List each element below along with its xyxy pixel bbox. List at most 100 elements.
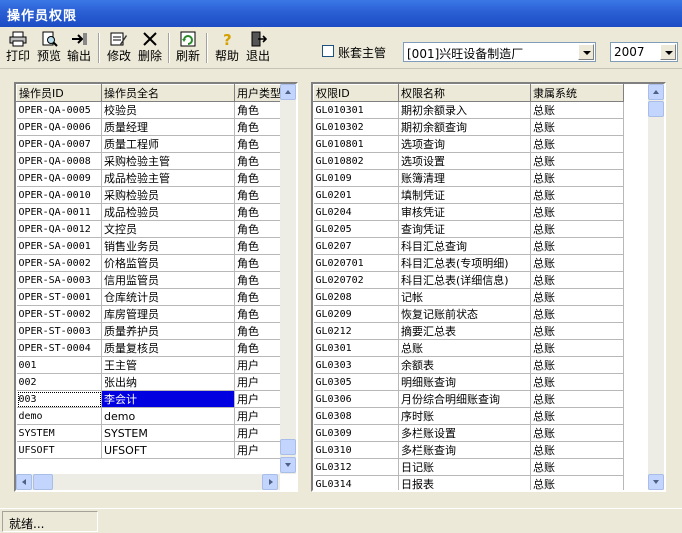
permission-name-cell[interactable]: 选项查询 <box>398 135 531 153</box>
permission-id-cell[interactable]: GL0204 <box>313 203 399 221</box>
delete-button[interactable]: 删除 <box>134 31 166 65</box>
user-type-cell[interactable]: 用户 <box>234 373 282 391</box>
operator-id-cell[interactable]: OPER-QA-0006 <box>16 118 102 136</box>
system-cell[interactable]: 总账 <box>530 305 624 323</box>
operator-name-cell[interactable]: 质量经理 <box>101 118 235 136</box>
operator-id-cell[interactable]: OPER-ST-0002 <box>16 305 102 323</box>
system-cell[interactable]: 总账 <box>530 254 624 272</box>
scroll-down-icon[interactable] <box>648 474 664 490</box>
operator-name-cell[interactable]: 成品检验员 <box>101 203 235 221</box>
operator-name-cell[interactable]: 质量工程师 <box>101 135 235 153</box>
user-type-cell[interactable]: 角色 <box>234 186 282 204</box>
operator-id-cell[interactable]: 001 <box>16 356 102 374</box>
table-row[interactable]: GL0310 多栏账查询 总账 <box>313 441 624 459</box>
user-type-cell[interactable]: 角色 <box>234 135 282 153</box>
permission-id-cell[interactable]: GL0207 <box>313 237 399 255</box>
table-row[interactable]: GL0209 恢复记账前状态 总账 <box>313 305 624 323</box>
user-type-cell[interactable]: 角色 <box>234 118 282 136</box>
table-row[interactable]: GL010301 期初余额录入 总账 <box>313 101 624 119</box>
system-cell[interactable]: 总账 <box>530 101 624 119</box>
table-row[interactable]: GL0207 科目汇总查询 总账 <box>313 237 624 255</box>
column-header[interactable]: 用户类型 <box>234 84 282 102</box>
user-type-cell[interactable]: 角色 <box>234 220 282 238</box>
table-row[interactable]: OPER-SA-0002 价格监管员 角色 <box>16 254 282 272</box>
operator-id-cell[interactable]: SYSTEM <box>16 424 102 442</box>
table-row[interactable]: OPER-SA-0001 销售业务员 角色 <box>16 237 282 255</box>
table-row[interactable]: OPER-QA-0011 成品检验员 角色 <box>16 203 282 221</box>
permission-id-cell[interactable]: GL0308 <box>313 407 399 425</box>
table-row[interactable]: OPER-QA-0007 质量工程师 角色 <box>16 135 282 153</box>
operator-id-cell[interactable]: OPER-SA-0003 <box>16 271 102 289</box>
table-row[interactable]: GL0308 序时账 总账 <box>313 407 624 425</box>
operator-name-cell[interactable]: UFSOFT <box>101 441 235 459</box>
permission-name-cell[interactable]: 多栏账查询 <box>398 441 531 459</box>
permission-name-cell[interactable]: 多栏账设置 <box>398 424 531 442</box>
table-row[interactable]: OPER-QA-0008 采购检验主管 角色 <box>16 152 282 170</box>
system-cell[interactable]: 总账 <box>530 220 624 238</box>
permission-id-cell[interactable]: GL0301 <box>313 339 399 357</box>
table-row[interactable]: GL0205 查询凭证 总账 <box>313 220 624 238</box>
account-set-select[interactable]: [001]兴旺设备制造厂 <box>403 42 596 62</box>
export-button[interactable]: 输出 <box>63 31 95 65</box>
table-row[interactable]: GL020702 科目汇总表(详细信息) 总账 <box>313 271 624 289</box>
system-cell[interactable]: 总账 <box>530 441 624 459</box>
permission-id-cell[interactable]: GL0310 <box>313 441 399 459</box>
system-cell[interactable]: 总账 <box>530 373 624 391</box>
operator-name-cell[interactable]: 王主管 <box>101 356 235 374</box>
permission-id-cell[interactable]: GL010802 <box>313 152 399 170</box>
permission-id-cell[interactable]: GL0312 <box>313 458 399 476</box>
operator-name-cell[interactable]: 李会计 <box>101 390 235 408</box>
table-row[interactable]: GL0201 填制凭证 总账 <box>313 186 624 204</box>
table-row[interactable]: OPER-QA-0005 校验员 角色 <box>16 101 282 119</box>
operator-name-cell[interactable]: 信用监管员 <box>101 271 235 289</box>
user-type-cell[interactable]: 角色 <box>234 152 282 170</box>
operator-id-cell[interactable]: OPER-SA-0002 <box>16 254 102 272</box>
system-cell[interactable]: 总账 <box>530 407 624 425</box>
table-row[interactable]: GL010802 选项设置 总账 <box>313 152 624 170</box>
user-type-cell[interactable]: 角色 <box>234 203 282 221</box>
permission-name-cell[interactable]: 科目汇总表(详细信息) <box>398 271 531 289</box>
operator-id-cell[interactable]: UFSOFT <box>16 441 102 459</box>
chevron-down-icon[interactable] <box>578 44 594 60</box>
table-row[interactable]: UFSOFT UFSOFT 用户 <box>16 441 282 459</box>
user-type-cell[interactable]: 角色 <box>234 305 282 323</box>
operator-name-cell[interactable]: 质量复核员 <box>101 339 235 357</box>
operator-name-cell[interactable]: 成品检验主管 <box>101 169 235 187</box>
table-row[interactable]: GL0204 审核凭证 总账 <box>313 203 624 221</box>
column-header[interactable]: 权限名称 <box>398 84 531 102</box>
account-master-label[interactable]: 账套主管 <box>338 44 386 61</box>
permission-name-cell[interactable]: 填制凭证 <box>398 186 531 204</box>
user-type-cell[interactable]: 角色 <box>234 271 282 289</box>
table-row[interactable]: GL0301 总账 总账 <box>313 339 624 357</box>
user-type-cell[interactable]: 角色 <box>234 322 282 340</box>
operator-id-cell[interactable]: 003 <box>16 390 102 408</box>
system-cell[interactable]: 总账 <box>530 339 624 357</box>
permission-name-cell[interactable]: 科目汇总查询 <box>398 237 531 255</box>
table-row[interactable]: OPER-QA-0009 成品检验主管 角色 <box>16 169 282 187</box>
system-cell[interactable]: 总账 <box>530 237 624 255</box>
operator-vertical-scrollbar[interactable] <box>280 84 296 474</box>
operator-id-cell[interactable]: OPER-QA-0011 <box>16 203 102 221</box>
column-header[interactable]: 权限ID <box>313 84 399 102</box>
table-row[interactable]: OPER-ST-0003 质量养护员 角色 <box>16 322 282 340</box>
exit-button[interactable]: 退出 <box>242 31 274 65</box>
table-row[interactable]: GL0306 月份综合明细账查询 总账 <box>313 390 624 408</box>
permission-name-cell[interactable]: 恢复记账前状态 <box>398 305 531 323</box>
user-type-cell[interactable]: 角色 <box>234 169 282 187</box>
system-cell[interactable]: 总账 <box>530 135 624 153</box>
help-button[interactable]: ? 帮助 <box>211 31 243 65</box>
permission-name-cell[interactable]: 月份综合明细账查询 <box>398 390 531 408</box>
table-row[interactable]: GL0314 日报表 总账 <box>313 475 624 490</box>
table-row[interactable]: OPER-QA-0010 采购检验员 角色 <box>16 186 282 204</box>
user-type-cell[interactable]: 用户 <box>234 407 282 425</box>
table-row[interactable]: GL0109 账簿清理 总账 <box>313 169 624 187</box>
user-type-cell[interactable]: 角色 <box>234 339 282 357</box>
user-type-cell[interactable]: 用户 <box>234 390 282 408</box>
operator-grid[interactable]: 操作员ID 操作员全名 用户类型 OPER-QA-0005 校验员 角色 OPER-QA-… <box>14 82 298 492</box>
table-row[interactable]: GL020701 科目汇总表(专项明细) 总账 <box>313 254 624 272</box>
table-row[interactable]: GL0305 明细账查询 总账 <box>313 373 624 391</box>
permission-name-cell[interactable]: 选项设置 <box>398 152 531 170</box>
operator-name-cell[interactable]: demo <box>101 407 235 425</box>
operator-name-cell[interactable]: 价格监管员 <box>101 254 235 272</box>
permission-name-cell[interactable]: 余额表 <box>398 356 531 374</box>
